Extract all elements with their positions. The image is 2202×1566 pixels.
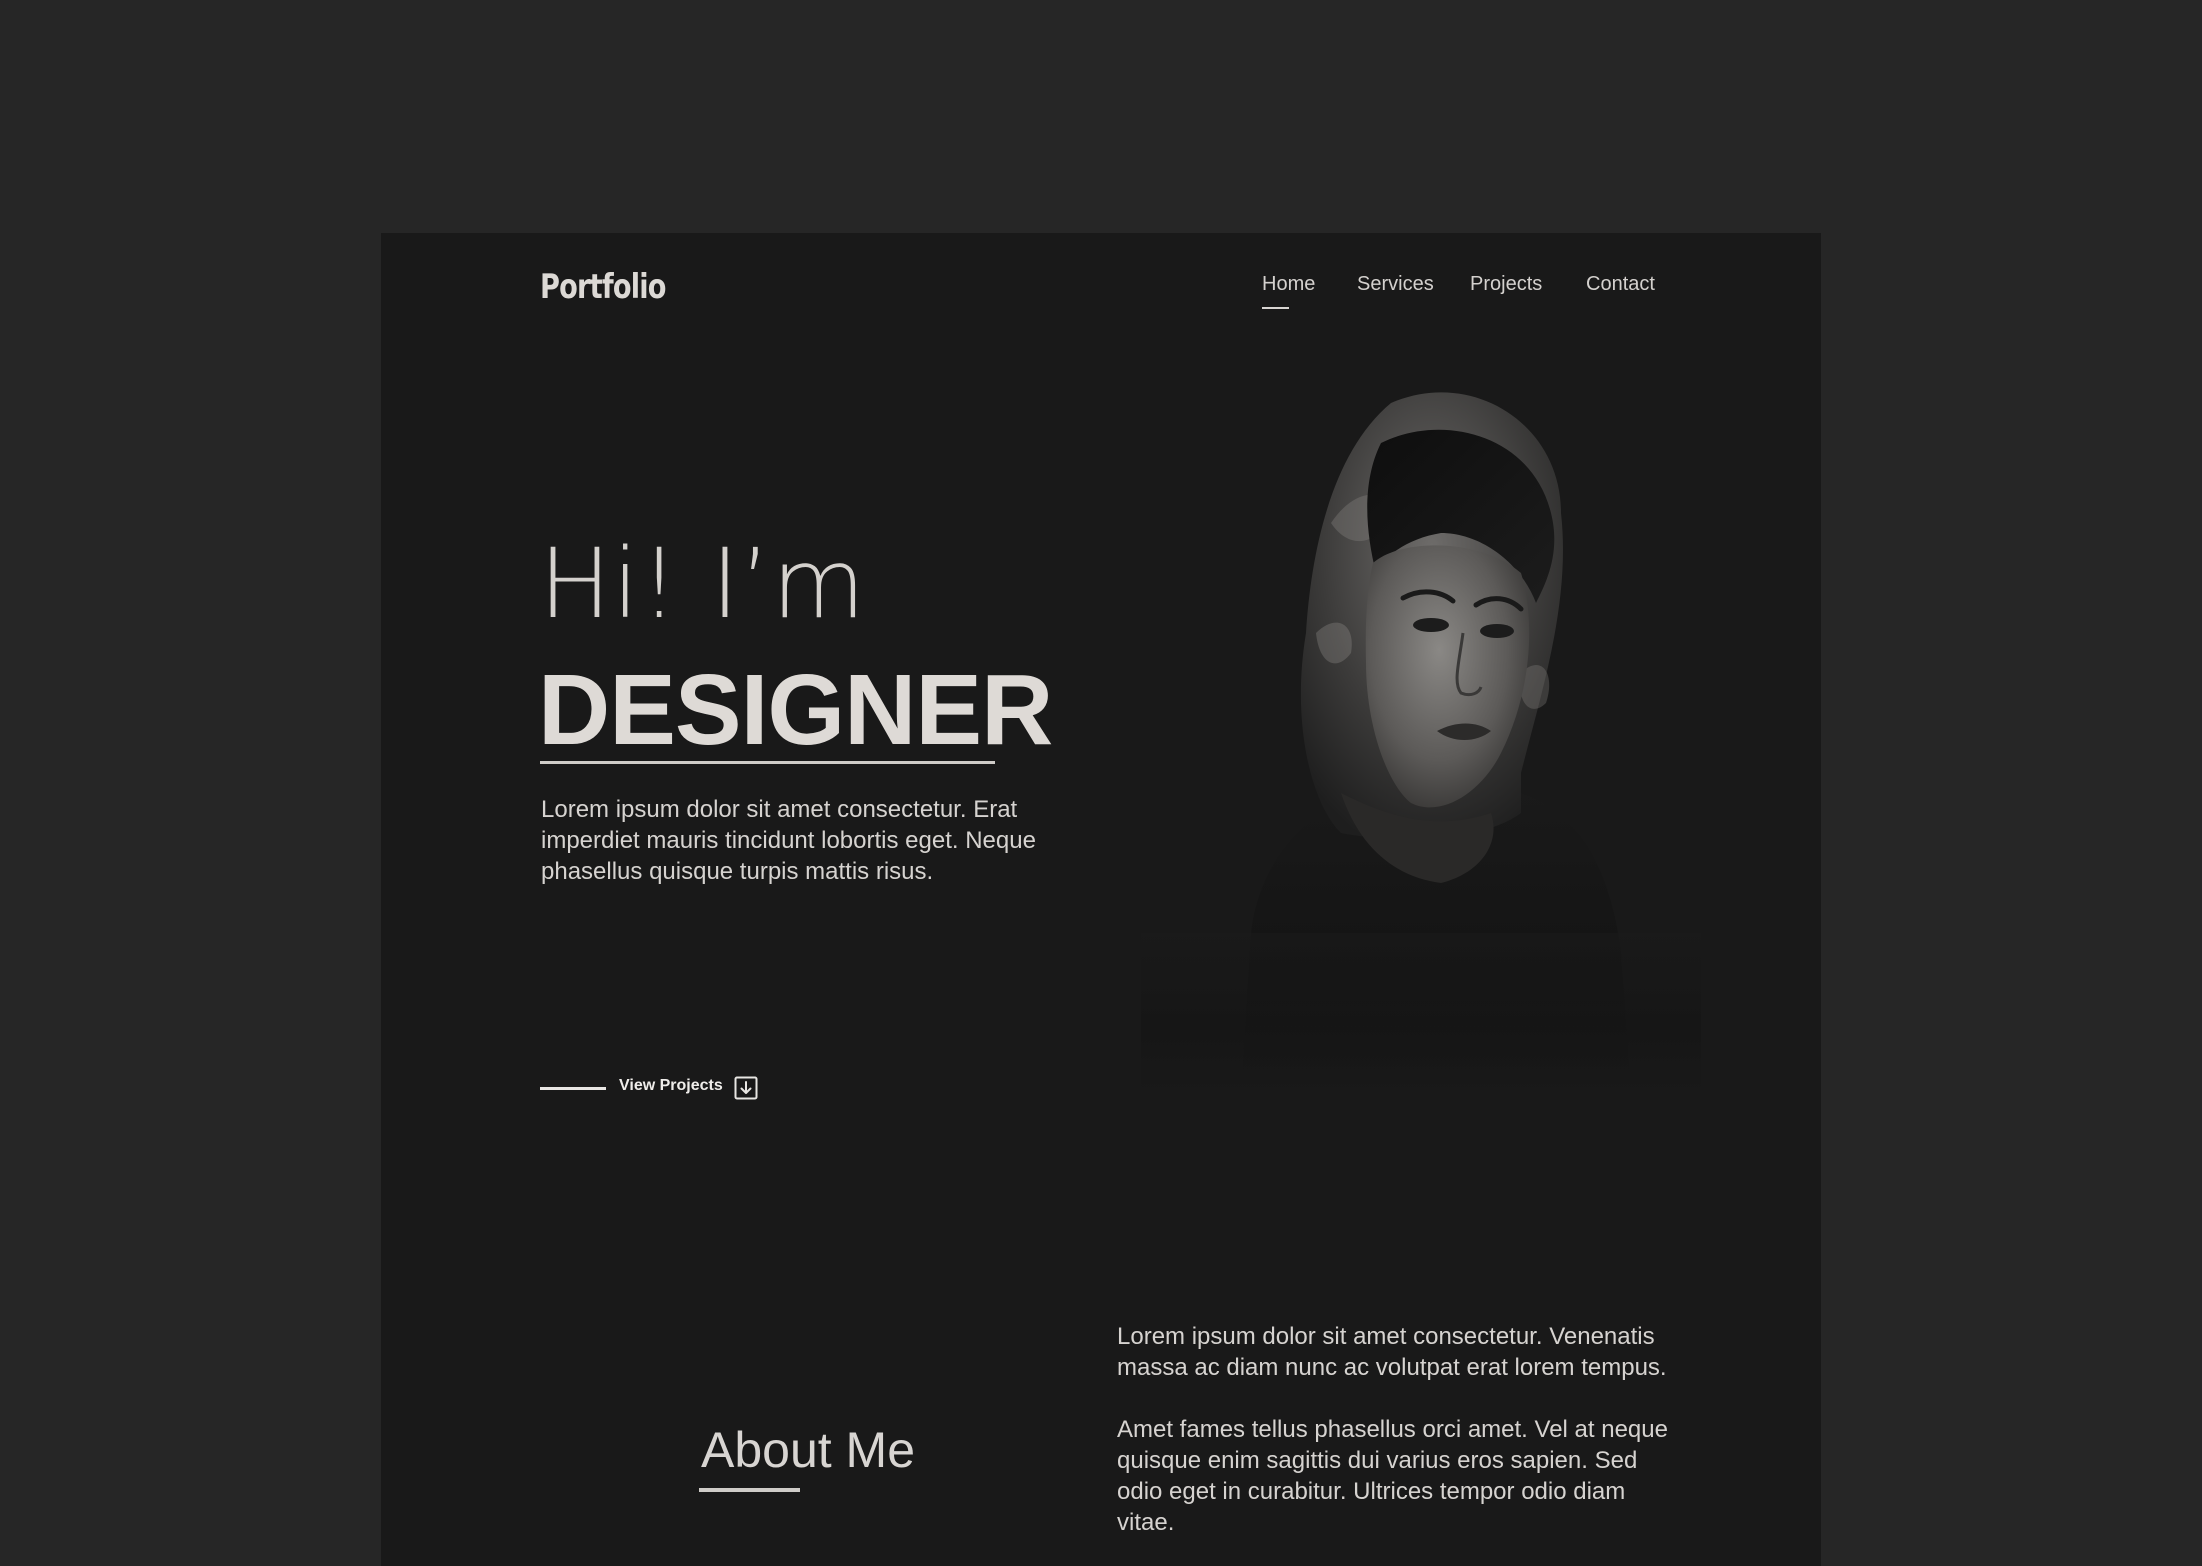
view-projects-button[interactable]: View Projects — [540, 1073, 800, 1103]
view-projects-line — [540, 1087, 606, 1090]
nav-item-contact[interactable]: Contact — [1586, 273, 1655, 296]
hero-title: DESIGNER — [538, 654, 1053, 766]
hero-greeting: Hi! I’m — [539, 528, 867, 640]
nav-item-services[interactable]: Services — [1357, 273, 1434, 296]
about-paragraph: Amet fames tellus phasellus orci amet. V… — [1117, 1416, 1668, 1536]
portfolio-page: Portfolio Home Services Projects Contact… — [381, 233, 1821, 1566]
about-text: Lorem ipsum dolor sit amet consectetur. … — [1117, 1321, 1677, 1566]
view-projects-label: View Projects — [619, 1077, 723, 1094]
nav-active-indicator — [1262, 307, 1289, 309]
about-title: About Me — [701, 1422, 916, 1478]
main-nav: Home Services Projects Contact — [381, 273, 1821, 313]
nav-item-projects[interactable]: Projects — [1470, 273, 1542, 296]
download-arrow-icon — [734, 1076, 758, 1100]
about-title-underline — [699, 1488, 800, 1492]
hero-title-underline — [540, 761, 995, 764]
hero-description: Lorem ipsum dolor sit amet consectetur. … — [541, 796, 1036, 885]
nav-item-home[interactable]: Home — [1262, 273, 1315, 296]
portrait-image — [1141, 392, 1701, 1093]
about-paragraph: Lorem ipsum dolor sit amet consectetur. … — [1117, 1323, 1667, 1381]
